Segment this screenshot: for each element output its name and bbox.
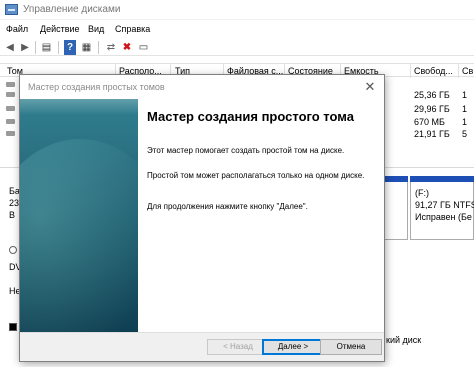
wizard-heading: Мастер создания простого тома	[147, 109, 354, 124]
volume-free-pct: 5	[462, 129, 468, 139]
legend-label: кий диск	[386, 335, 422, 345]
toolbar-separator	[98, 41, 99, 54]
main-window-title: Управление дисками	[23, 4, 121, 15]
volume-free: 670 МБ	[414, 117, 445, 127]
back-arrow-icon[interactable]: ◀	[4, 40, 16, 55]
menu-file[interactable]: Файл	[6, 24, 28, 34]
partition-f-title: (F:)	[415, 188, 429, 198]
menu-bar: Файл Действие Вид Справка	[0, 20, 474, 39]
new-simple-volume-wizard: Мастер создания простых томов ✕ Мастер с…	[19, 74, 385, 362]
volume-icon	[6, 106, 15, 111]
partition-block[interactable]	[384, 182, 408, 240]
legend-unallocated-swatch	[9, 323, 17, 331]
volume-icon	[6, 92, 15, 97]
disk0-size: 23	[9, 198, 20, 208]
delete-icon[interactable]: ✖	[121, 40, 133, 55]
back-button[interactable]: < Назад	[207, 339, 269, 355]
volume-free: 25,36 ГБ	[414, 90, 450, 100]
close-icon[interactable]: ✕	[362, 79, 378, 95]
main-titlebar: Управление дисками	[0, 0, 474, 20]
wizard-window-title: Мастер создания простых томов	[28, 82, 165, 92]
connect-disk-icon[interactable]: ⇄	[104, 40, 118, 55]
volume-free: 21,91 ГБ	[414, 129, 450, 139]
volume-free: 29,96 ГБ	[414, 104, 450, 114]
list-view-icon[interactable]: ▤	[40, 40, 53, 55]
wizard-continue-hint: Для продолжения нажмите кнопку "Далее".	[147, 202, 308, 211]
toolbar: ◀ ▶ ▤ ? ▦ ⇄ ✖ ▭	[0, 39, 474, 56]
wizard-button-bar: < Назад Далее > Отмена	[20, 332, 384, 361]
volume-free-pct: 1	[462, 90, 468, 100]
volume-free-pct: 1	[462, 117, 468, 127]
toolbar-separator	[58, 41, 59, 54]
menu-help[interactable]: Справка	[115, 24, 150, 34]
cancel-button[interactable]: Отмена	[320, 339, 382, 355]
properties-icon[interactable]: ▦	[80, 40, 93, 55]
toolbar-separator	[35, 41, 36, 54]
help-icon[interactable]: ?	[64, 40, 76, 55]
volume-icon	[6, 82, 15, 87]
wizard-titlebar: Мастер создания простых томов ✕	[20, 75, 384, 99]
wizard-side-banner	[20, 99, 138, 332]
wizard-description-text: Простой том может располагаться только н…	[147, 171, 365, 180]
cdrom-icon	[9, 246, 17, 254]
disk-management-icon	[5, 4, 18, 15]
volume-free-pct: 1	[462, 104, 468, 114]
menu-action[interactable]: Действие	[40, 24, 80, 34]
forward-arrow-icon[interactable]: ▶	[19, 40, 31, 55]
partition-f-status: Исправен (Бе	[415, 212, 472, 222]
volume-icon	[6, 131, 15, 136]
partition-f-size: 91,27 ГБ NTFS	[415, 200, 474, 210]
refresh-icon[interactable]: ▭	[137, 40, 150, 55]
column-free-space[interactable]: Свобод...	[414, 66, 458, 76]
partition-f-block[interactable]: (F:) 91,27 ГБ NTFS Исправен (Бе	[410, 182, 474, 240]
next-button[interactable]: Далее >	[262, 339, 324, 355]
disk0-state: В	[9, 210, 16, 220]
menu-view[interactable]: Вид	[88, 24, 104, 34]
volume-icon	[6, 119, 15, 124]
column-free-percent[interactable]: Св	[462, 66, 474, 76]
wizard-intro-text: Этот мастер помогает создать простой том…	[147, 146, 345, 155]
